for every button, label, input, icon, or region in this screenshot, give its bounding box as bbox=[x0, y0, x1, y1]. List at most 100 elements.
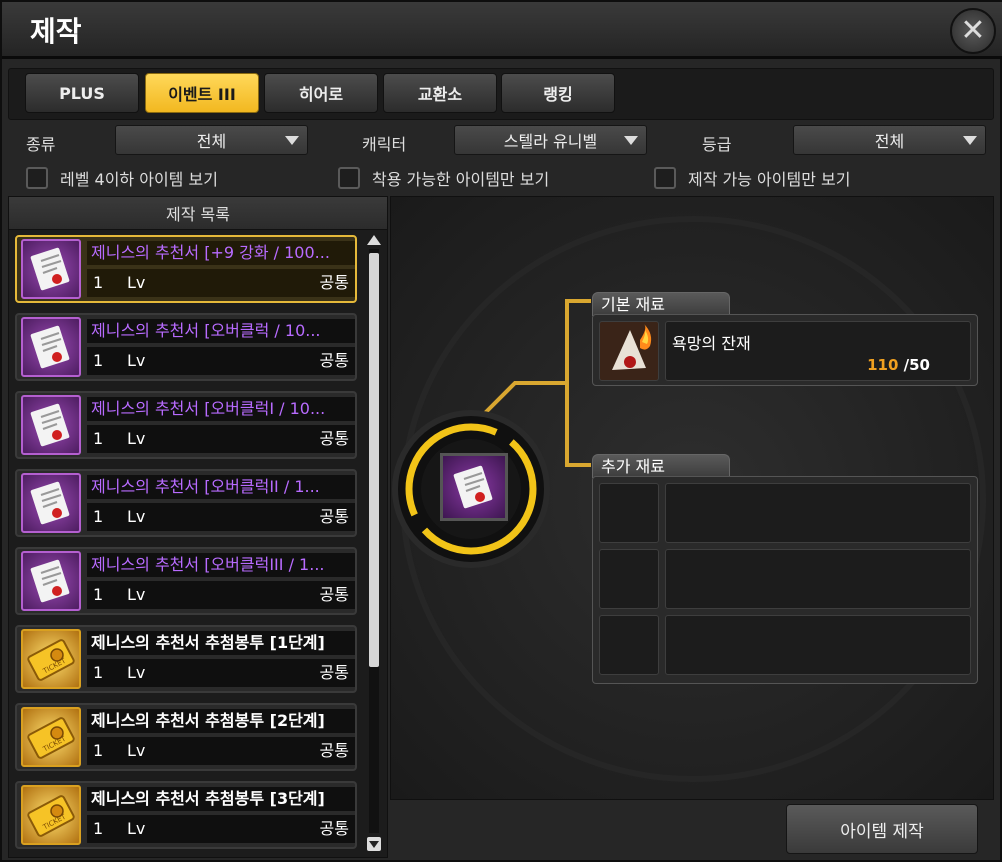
item-level: 1 bbox=[93, 663, 104, 682]
type-filter-label: 종류 bbox=[26, 135, 56, 154]
item-level-row: 1 Lv 공통 bbox=[87, 269, 355, 297]
item-lv-label: Lv bbox=[127, 429, 146, 448]
item-level-row: 1 Lv 공통 bbox=[87, 815, 355, 843]
close-icon: ✕ bbox=[960, 13, 986, 48]
list-item[interactable]: TICKET 제니스의 추천서 추첨봉투 [1단계] 1 Lv 공통 bbox=[15, 625, 357, 693]
ticket-icon: TICKET bbox=[21, 629, 81, 689]
item-level: 1 bbox=[93, 741, 104, 760]
tab-bar: PLUS 이벤트 III 히어로 교환소 랭킹 bbox=[8, 68, 994, 120]
extra-material-info-3 bbox=[665, 615, 971, 675]
item-level-row: 1 Lv 공통 bbox=[87, 347, 355, 375]
list-item[interactable]: 제니스의 추천서 [+9 강화 / 100... 1 Lv 공통 bbox=[15, 235, 357, 303]
item-level-row: 1 Lv 공통 bbox=[87, 659, 355, 687]
item-lv-label: Lv bbox=[127, 273, 146, 292]
equippable-filter-checkbox[interactable] bbox=[338, 167, 360, 189]
type-dropdown-value: 전체 bbox=[196, 132, 227, 151]
craftable-filter-label: 제작 가능 아이템만 보기 bbox=[688, 170, 851, 189]
item-level: 1 bbox=[93, 273, 104, 292]
extra-connector-line bbox=[565, 383, 591, 467]
grade-dropdown[interactable]: 전체 bbox=[793, 125, 986, 155]
extra-material-tab: 추가 재료 bbox=[592, 454, 730, 478]
list-item[interactable]: 제니스의 추천서 [오버클럭II / 1... 1 Lv 공통 bbox=[15, 469, 357, 537]
item-lv-label: Lv bbox=[127, 819, 146, 838]
tab-ranking[interactable]: 랭킹 bbox=[501, 73, 615, 113]
list-item[interactable]: 제니스의 추천서 [오버클럭 / 10... 1 Lv 공통 bbox=[15, 313, 357, 381]
tab-exchange[interactable]: 교환소 bbox=[383, 73, 497, 113]
tab-event-3[interactable]: 이벤트 III bbox=[145, 73, 259, 113]
item-lv-label: Lv bbox=[127, 663, 146, 682]
craft-list-panel: 제작 목록 제니스의 추천서 [+9 강화 / 100... 1 Lv 공통 제니스의 … bbox=[8, 196, 388, 858]
scroll-icon bbox=[21, 395, 81, 455]
character-filter-label: 캐릭터 bbox=[362, 135, 407, 154]
ticket-icon: TICKET bbox=[21, 707, 81, 767]
window-title: 제작 bbox=[30, 15, 82, 48]
basic-material-name: 욕망의 잔재 bbox=[672, 334, 751, 353]
item-class: 공통 bbox=[319, 507, 349, 526]
item-level-row: 1 Lv 공통 bbox=[87, 425, 355, 453]
filter-craftable-row[interactable]: 제작 가능 아이템만 보기 bbox=[654, 166, 850, 190]
extra-material-slot-1[interactable] bbox=[599, 483, 659, 543]
item-name: 제니스의 추천서 [오버클럭III / 1... bbox=[87, 553, 355, 577]
scroll-icon bbox=[21, 551, 81, 611]
item-level: 1 bbox=[93, 585, 104, 604]
grade-dropdown-value: 전체 bbox=[874, 132, 905, 151]
tab-plus[interactable]: PLUS bbox=[25, 73, 139, 113]
craft-item-button[interactable]: 아이템 제작 bbox=[786, 804, 978, 854]
scroll-icon bbox=[21, 473, 81, 533]
type-dropdown[interactable]: 전체 bbox=[115, 125, 308, 155]
extra-material-slot-2[interactable] bbox=[599, 549, 659, 609]
extra-material-panel bbox=[592, 476, 978, 684]
item-class: 공통 bbox=[319, 351, 349, 370]
level-filter-label: 레벨 4이하 아이템 보기 bbox=[60, 170, 218, 189]
item-class: 공통 bbox=[319, 273, 349, 292]
scroll-thumb[interactable] bbox=[369, 253, 379, 667]
basic-material-slot[interactable] bbox=[599, 321, 659, 381]
title-bar: 제작 ✕ bbox=[2, 2, 1002, 59]
equippable-filter-label: 착용 가능한 아이템만 보기 bbox=[372, 170, 550, 189]
craftable-filter-checkbox[interactable] bbox=[654, 167, 676, 189]
scroll-icon bbox=[453, 465, 493, 509]
item-name: 제니스의 추천서 추첨봉투 [2단계] bbox=[87, 709, 355, 733]
item-name: 제니스의 추천서 추첨봉투 [3단계] bbox=[87, 787, 355, 811]
scroll-icon bbox=[21, 239, 81, 299]
filter-level-row[interactable]: 레벨 4이하 아이템 보기 bbox=[26, 166, 218, 190]
item-level-row: 1 Lv 공통 bbox=[87, 581, 355, 609]
grade-filter-label: 등급 bbox=[702, 135, 732, 154]
item-class: 공통 bbox=[319, 663, 349, 682]
extra-material-slot-3[interactable] bbox=[599, 615, 659, 675]
list-item[interactable]: TICKET 제니스의 추천서 추첨봉투 [3단계] 1 Lv 공통 bbox=[15, 781, 357, 849]
craft-list-header: 제작 목록 bbox=[9, 197, 387, 230]
basic-material-tab: 기본 재료 bbox=[592, 292, 730, 316]
item-level: 1 bbox=[93, 507, 104, 526]
item-name: 제니스의 추천서 [오버클럭I / 10... bbox=[87, 397, 355, 421]
item-level: 1 bbox=[93, 819, 104, 838]
scroll-up-icon[interactable] bbox=[367, 235, 381, 245]
item-level: 1 bbox=[93, 351, 104, 370]
ticket-icon: TICKET bbox=[21, 785, 81, 845]
close-button[interactable]: ✕ bbox=[950, 8, 996, 54]
item-class: 공통 bbox=[319, 429, 349, 448]
result-slot[interactable] bbox=[440, 453, 508, 521]
item-lv-label: Lv bbox=[127, 741, 146, 760]
item-lv-label: Lv bbox=[127, 585, 146, 604]
list-scrollbar[interactable] bbox=[367, 235, 381, 851]
chevron-down-icon bbox=[624, 136, 638, 145]
scroll-down-icon[interactable] bbox=[367, 837, 381, 851]
filter-equippable-row[interactable]: 착용 가능한 아이템만 보기 bbox=[338, 166, 549, 190]
scroll-icon bbox=[21, 317, 81, 377]
list-item[interactable]: TICKET 제니스의 추천서 추첨봉투 [2단계] 1 Lv 공통 bbox=[15, 703, 357, 771]
basic-material-info: 욕망의 잔재 110 /50 bbox=[665, 321, 971, 381]
item-name: 제니스의 추천서 [오버클럭II / 1... bbox=[87, 475, 355, 499]
character-dropdown[interactable]: 스텔라 유니벨 bbox=[454, 125, 647, 155]
list-item[interactable]: 제니스의 추천서 [오버클럭III / 1... 1 Lv 공통 bbox=[15, 547, 357, 615]
tab-hero[interactable]: 히어로 bbox=[264, 73, 378, 113]
item-lv-label: Lv bbox=[127, 351, 146, 370]
item-name: 제니스의 추천서 [+9 강화 / 100... bbox=[87, 241, 355, 265]
item-level-row: 1 Lv 공통 bbox=[87, 503, 355, 531]
scroll-track[interactable] bbox=[369, 249, 379, 833]
level-filter-checkbox[interactable] bbox=[26, 167, 48, 189]
basic-material-count: 110 /50 bbox=[867, 356, 930, 374]
material-have-count: 110 bbox=[867, 356, 899, 374]
list-item[interactable]: 제니스의 추천서 [오버클럭I / 10... 1 Lv 공통 bbox=[15, 391, 357, 459]
extra-material-info-2 bbox=[665, 549, 971, 609]
